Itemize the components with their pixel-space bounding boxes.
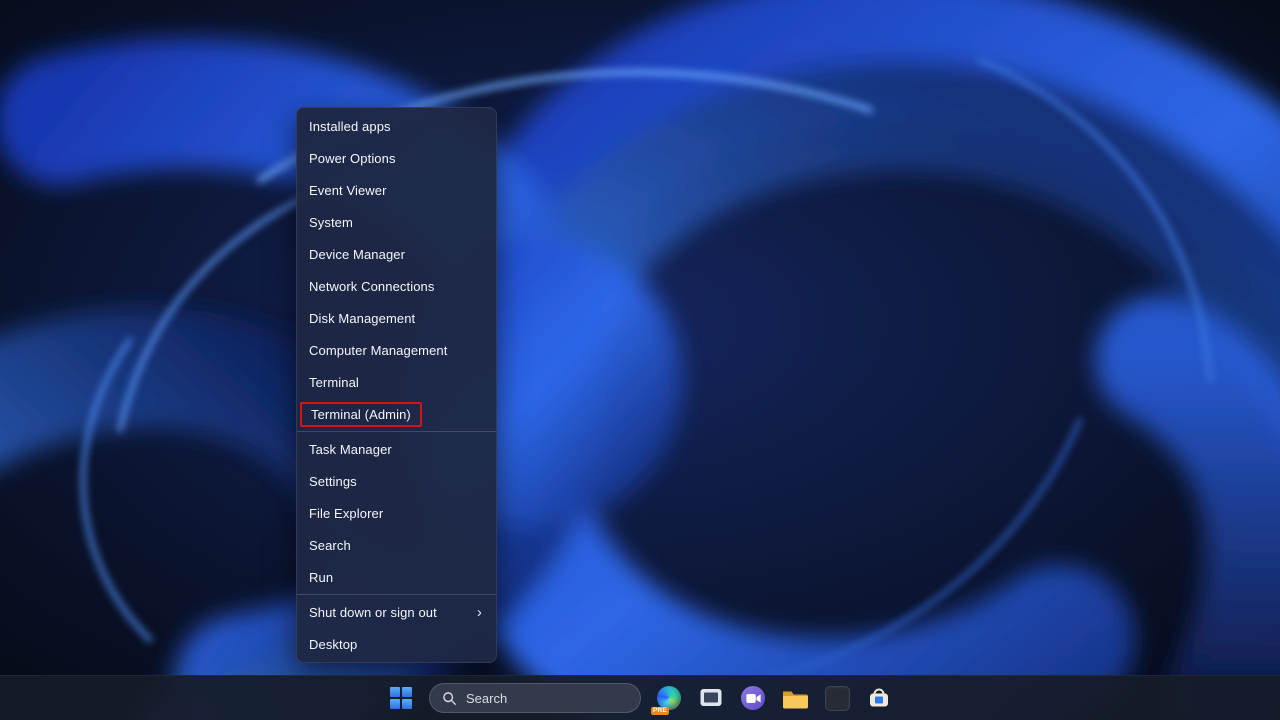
menu-item-label: Search [309, 538, 351, 553]
menu-item-label: Power Options [309, 151, 396, 166]
menu-separator [297, 594, 496, 595]
start-button[interactable] [387, 684, 415, 712]
menu-item-label: Shut down or sign out [309, 605, 437, 620]
menu-item-installed-apps[interactable]: Installed apps [297, 110, 496, 142]
menu-item-label: Computer Management [309, 343, 447, 358]
pinned-app-button[interactable] [823, 684, 851, 712]
bloom-wallpaper-art [0, 0, 1280, 720]
menu-item-file-explorer[interactable]: File Explorer [297, 497, 496, 529]
search-icon [442, 691, 457, 706]
windows-logo-icon [390, 687, 412, 709]
menu-item-label: Run [309, 570, 333, 585]
menu-item-label: Disk Management [309, 311, 415, 326]
store-icon [868, 687, 890, 709]
annotation-red-box: Terminal (Admin) [300, 402, 422, 427]
menu-item-label: Network Connections [309, 279, 434, 294]
menu-item-power-options[interactable]: Power Options [297, 142, 496, 174]
desktop: Installed apps Power Options Event Viewe… [0, 0, 1280, 720]
menu-item-label: Desktop [309, 637, 357, 652]
menu-item-terminal-admin[interactable]: Terminal (Admin) [297, 398, 496, 430]
menu-item-task-manager[interactable]: Task Manager [297, 433, 496, 465]
file-explorer-button[interactable] [781, 684, 809, 712]
menu-item-label: Event Viewer [309, 183, 387, 198]
menu-item-run[interactable]: Run [297, 561, 496, 593]
menu-separator [297, 431, 496, 432]
quick-link-menu: Installed apps Power Options Event Viewe… [296, 107, 497, 663]
menu-item-search[interactable]: Search [297, 529, 496, 561]
menu-item-label: Task Manager [309, 442, 392, 457]
menu-item-desktop[interactable]: Desktop [297, 628, 496, 660]
menu-item-network-connections[interactable]: Network Connections [297, 270, 496, 302]
menu-item-computer-management[interactable]: Computer Management [297, 334, 496, 366]
menu-item-system[interactable]: System [297, 206, 496, 238]
photos-button[interactable] [697, 684, 725, 712]
wallpaper [0, 0, 1280, 720]
taskbar-search[interactable]: Search [429, 683, 641, 713]
file-explorer-icon [782, 688, 808, 709]
menu-item-label: Terminal (Admin) [311, 407, 411, 422]
menu-item-shut-down-or-sign-out[interactable]: Shut down or sign out › [297, 596, 496, 628]
menu-item-label: Device Manager [309, 247, 405, 262]
taskbar: Search PRE [0, 675, 1280, 720]
chat-button[interactable] [739, 684, 767, 712]
store-button[interactable] [865, 684, 893, 712]
menu-item-disk-management[interactable]: Disk Management [297, 302, 496, 334]
photos-icon [699, 687, 723, 709]
menu-item-label: Settings [309, 474, 357, 489]
search-placeholder: Search [466, 691, 507, 706]
menu-item-event-viewer[interactable]: Event Viewer [297, 174, 496, 206]
chat-icon [741, 686, 765, 710]
menu-item-label: Installed apps [309, 119, 391, 134]
camera-glyph [746, 693, 761, 704]
chevron-right-icon: › [477, 605, 482, 620]
menu-item-label: System [309, 215, 353, 230]
menu-item-terminal[interactable]: Terminal [297, 366, 496, 398]
menu-item-label: File Explorer [309, 506, 383, 521]
edge-insider-button[interactable]: PRE [655, 684, 683, 712]
pinned-app-icon [825, 686, 850, 711]
menu-item-settings[interactable]: Settings [297, 465, 496, 497]
edge-pre-badge: PRE [651, 707, 669, 716]
menu-item-label: Terminal [309, 375, 359, 390]
menu-item-device-manager[interactable]: Device Manager [297, 238, 496, 270]
